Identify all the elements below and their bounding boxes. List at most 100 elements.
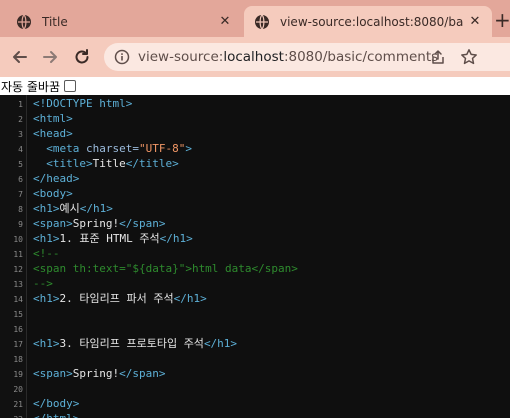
source-token: <body> — [33, 187, 73, 200]
source-token — [33, 142, 46, 155]
source-token: <html> — [33, 112, 73, 125]
toolbar: view-source:localhost:8080/basic/comment… — [0, 37, 510, 77]
source-line: </head> — [33, 172, 79, 185]
globe-icon — [17, 14, 31, 29]
tab-strip: Title ✕ view-source:localhost:8080/basic… — [0, 0, 510, 37]
source-token: <head> — [33, 127, 73, 140]
source-token: </h1> — [79, 202, 113, 215]
line-wrap-checkbox[interactable] — [64, 80, 77, 92]
line-number: 19 — [13, 370, 23, 379]
source-token: <!-- — [33, 247, 60, 260]
close-icon[interactable]: ✕ — [464, 11, 486, 33]
source-line: --> — [33, 277, 53, 290]
line-number: 3 — [18, 130, 23, 139]
line-number: 12 — [13, 265, 23, 274]
line-number: 16 — [13, 325, 23, 334]
source-view: 12345678910111213141516171819202122 <!DO… — [0, 95, 510, 418]
back-button[interactable] — [8, 45, 32, 69]
source-line: <title>Title</title> — [33, 157, 179, 170]
line-number: 8 — [18, 205, 23, 214]
source-token: 1. 표준 HTML 주석 — [59, 232, 160, 245]
source-token: 3. 타임리프 프로토타입 주석 — [59, 337, 204, 350]
tab-label: Title — [42, 14, 68, 29]
globe-icon — [255, 14, 269, 29]
url-text[interactable]: view-source:localhost:8080/basic/comment… — [138, 49, 438, 65]
info-icon[interactable] — [114, 49, 130, 65]
new-tab-button[interactable]: + — [494, 8, 510, 32]
line-number: 5 — [18, 160, 23, 169]
line-number: 14 — [13, 295, 23, 304]
tab-title[interactable]: Title ✕ — [6, 6, 242, 37]
source-token — [33, 157, 46, 170]
reload-button[interactable] — [70, 45, 94, 69]
source-line: <html> — [33, 112, 73, 125]
source-token: </html> — [33, 412, 79, 418]
source-token: </h1> — [173, 292, 207, 305]
address-bar[interactable]: view-source:localhost:8080/basic/comment… — [104, 43, 510, 71]
share-icon[interactable] — [430, 49, 446, 65]
source-line: <!-- — [33, 247, 60, 260]
line-number: 10 — [13, 235, 23, 244]
source-line: <span>Spring!</span> — [33, 217, 165, 230]
close-icon[interactable]: ✕ — [214, 11, 236, 33]
source-line: <!DOCTYPE html> — [33, 97, 132, 110]
line-number: 20 — [13, 385, 23, 394]
line-number: 9 — [18, 220, 23, 229]
line-number: 17 — [13, 340, 23, 349]
source-token: </title> — [125, 157, 179, 170]
line-number: 2 — [18, 115, 23, 124]
source-line: <h1>3. 타임리프 프로토타입 주석</h1> — [33, 337, 237, 350]
line-number: 11 — [13, 250, 23, 259]
source-token: <h1> — [33, 202, 60, 215]
source-token: </head> — [33, 172, 80, 185]
reload-icon — [75, 49, 89, 64]
source-line: <body> — [33, 187, 73, 200]
source-token: <!DOCTYPE html> — [33, 97, 133, 110]
line-number: 4 — [18, 145, 23, 154]
arrow-left-icon — [13, 51, 27, 63]
line-wrap-bar: 자동 줄바꿈 — [0, 77, 510, 95]
source-token: <h1> — [33, 337, 60, 350]
source-token: </body> — [33, 397, 80, 410]
source-token: 2. 타임리프 파서 주석 — [59, 292, 174, 305]
source-line: </html> — [33, 412, 79, 418]
source-token: </span> — [119, 217, 166, 230]
source-token: </h1> — [159, 232, 193, 245]
source-token: </h1> — [203, 337, 238, 350]
star-icon[interactable] — [460, 48, 478, 66]
source-token: <h1> — [33, 292, 60, 305]
line-number: 15 — [13, 310, 23, 319]
arrow-right-icon — [43, 51, 57, 63]
line-number: 6 — [18, 175, 23, 184]
source-line: <head> — [33, 127, 73, 140]
line-number: 1 — [18, 100, 23, 109]
source-token: charset= — [86, 142, 139, 155]
source-token: Title — [92, 157, 126, 170]
line-number: 13 — [13, 280, 23, 289]
url-host: localhost — [223, 49, 284, 65]
source-token: <h1> — [33, 232, 60, 245]
tab-view-source[interactable]: view-source:localhost:8080/basic/comment… — [244, 6, 492, 37]
source-token: 예시 — [59, 202, 80, 215]
line-number: 7 — [18, 190, 23, 199]
source-token: Spring! — [72, 217, 120, 230]
source-line: <meta charset="UTF-8"> — [33, 142, 192, 155]
line-number: 18 — [13, 355, 23, 364]
source-token: Spring! — [72, 367, 120, 380]
tab-label: view-source:localhost:8080/basic/comment… — [280, 14, 464, 29]
source-line: <span>Spring!</span> — [33, 367, 165, 380]
forward-button[interactable] — [38, 45, 62, 69]
url-prefix: view-source: — [138, 49, 224, 65]
url-path: :8080/basic/comments — [283, 49, 439, 65]
source-line: </body> — [33, 397, 79, 410]
source-token: > — [185, 142, 192, 155]
line-number: 21 — [13, 400, 23, 409]
line-number-gutter: 12345678910111213141516171819202122 — [0, 95, 27, 418]
source-token: <span> — [33, 367, 73, 380]
line-wrap-label: 자동 줄바꿈 — [1, 79, 61, 94]
source-token: --> — [33, 277, 53, 290]
source-token: <title> — [46, 157, 93, 170]
source-line: <span th:text="${data}">html data</span> — [33, 262, 298, 275]
source-token: <meta — [46, 142, 86, 155]
source-token: "UTF-8" — [138, 142, 186, 155]
